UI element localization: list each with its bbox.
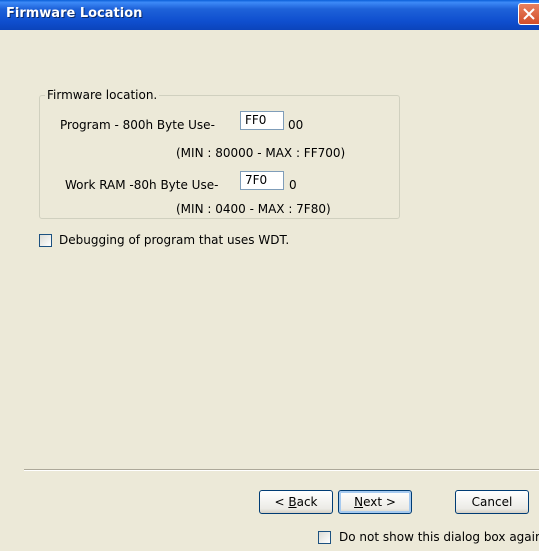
debug-wdt-label[interactable]: Debugging of program that uses WDT.	[59, 233, 289, 247]
cancel-button[interactable]: Cancel	[455, 490, 529, 514]
work-ram-address-field[interactable]: 7F0	[240, 171, 284, 190]
work-ram-label: Work RAM -80h Byte Use-	[65, 178, 219, 192]
group-legend: Firmware location.	[47, 88, 158, 102]
dont-show-again-label[interactable]: Do not show this dialog box again.	[339, 530, 539, 544]
next-button-label: ext >	[363, 495, 396, 509]
title-bar: Firmware Location	[0, 0, 539, 30]
dont-show-again-checkbox[interactable]	[318, 531, 331, 544]
program-suffix: 00	[288, 118, 304, 132]
next-button[interactable]: Next >	[338, 490, 412, 514]
back-button-mnemonic: B	[288, 495, 297, 509]
back-button-label: ack	[296, 495, 318, 509]
debug-wdt-checkbox[interactable]	[39, 234, 52, 247]
program-label: Program - 800h Byte Use-	[60, 118, 215, 132]
close-icon	[523, 8, 535, 20]
window-title: Firmware Location	[6, 6, 143, 21]
close-button[interactable]	[518, 3, 539, 25]
back-button-prefix: <	[274, 495, 289, 509]
program-range: (MIN : 80000 - MAX : FF700)	[176, 146, 346, 160]
footer-divider	[24, 469, 539, 471]
next-button-mnemonic: N	[354, 495, 364, 509]
work-ram-suffix: 0	[289, 178, 297, 192]
back-button[interactable]: < Back	[259, 490, 333, 514]
work-ram-range: (MIN : 0400 - MAX : 7F80)	[176, 202, 331, 216]
program-address-field[interactable]: FF0	[240, 111, 284, 130]
